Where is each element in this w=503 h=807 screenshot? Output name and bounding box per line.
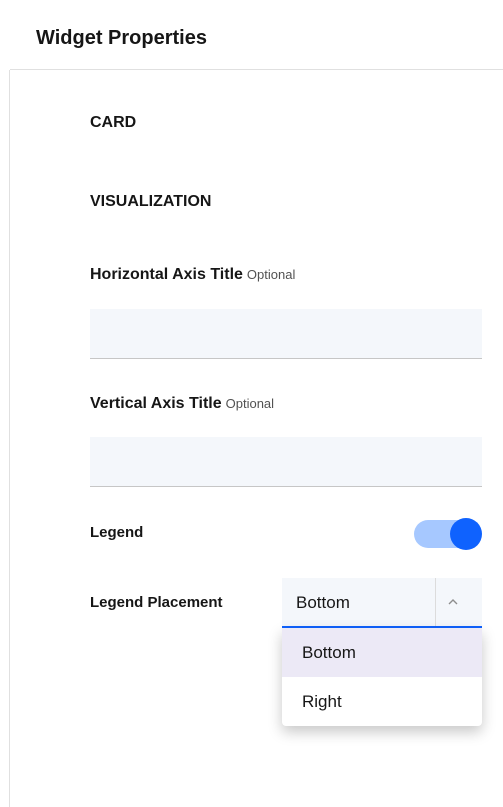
legend-placement-selected-value: Bottom [296, 593, 350, 612]
horizontal-axis-title-label-text: Horizontal Axis Title [90, 266, 243, 283]
select-divider [435, 578, 436, 626]
section-heading-visualization[interactable]: VISUALIZATION [90, 192, 211, 212]
section-heading-card[interactable]: CARD [90, 113, 136, 133]
optional-tag: Optional [246, 267, 296, 282]
horizontal-axis-title-input[interactable] [90, 309, 482, 359]
vertical-axis-title-input[interactable] [90, 437, 482, 487]
horizontal-axis-title-label: Horizontal Axis Title Optional [90, 265, 295, 285]
legend-toggle-knob [450, 518, 482, 550]
legend-label: Legend [90, 524, 144, 541]
legend-placement-select[interactable]: Bottom [282, 578, 482, 628]
optional-tag: Optional [225, 396, 275, 411]
vertical-axis-title-label-text: Vertical Axis Title [90, 395, 222, 412]
dropdown-option-bottom[interactable]: Bottom [282, 628, 482, 677]
panel-left-divider [0, 70, 10, 807]
legend-toggle[interactable] [414, 518, 482, 550]
panel-title: Widget Properties [36, 27, 207, 49]
chevron-up-icon [448, 599, 458, 605]
vertical-axis-title-label: Vertical Axis Title Optional [90, 394, 274, 414]
legend-placement-dropdown-menu: Bottom Right [282, 628, 482, 726]
widget-properties-panel: Widget Properties CARD VISUALIZATION Hor… [0, 0, 503, 807]
legend-placement-label: Legend Placement [90, 594, 223, 611]
dropdown-option-right[interactable]: Right [282, 677, 482, 726]
panel-header: Widget Properties [10, 0, 503, 70]
